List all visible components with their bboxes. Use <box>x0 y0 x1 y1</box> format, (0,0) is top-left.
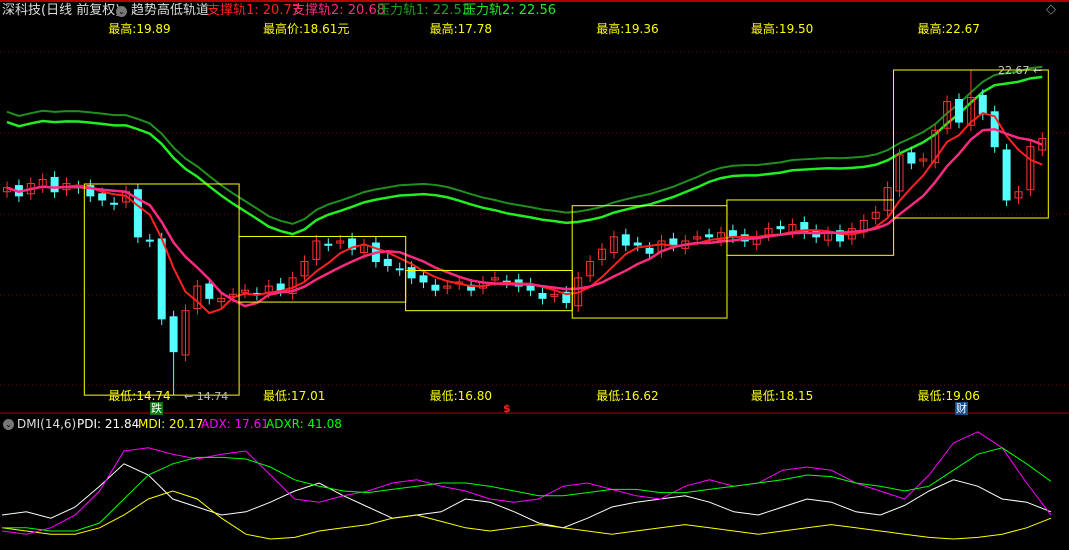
candle-body <box>407 267 416 279</box>
candle-body <box>145 239 154 242</box>
box-high-label: 最高:19.36 <box>596 22 659 36</box>
box-low-label: 最低:19.06 <box>917 389 980 403</box>
candle-body <box>98 193 107 201</box>
diamond-icon[interactable]: ◇ <box>1046 3 1056 17</box>
box-low-label: 最低:16.80 <box>429 389 492 403</box>
box-low-label: 最低:17.01 <box>263 389 326 403</box>
adx-line <box>1 431 1052 535</box>
range-box <box>571 205 728 319</box>
range-box <box>238 235 407 303</box>
dollar-marker[interactable]: $ <box>502 402 512 415</box>
box-low-label: 最低:18.15 <box>750 389 814 403</box>
mdi-line <box>1 490 1052 540</box>
candle-body <box>538 292 547 299</box>
candle-body <box>383 258 392 267</box>
pdi-value: PDI: 21.84 <box>77 417 140 431</box>
box-high-label: 最高:19.50 <box>750 22 814 36</box>
finance-marker[interactable]: 财 <box>955 402 968 415</box>
candle-body <box>419 275 428 283</box>
adxr-value: ADXR: 41.08 <box>266 417 342 431</box>
pressure2-value: 压力轨2: 22.56 <box>463 3 556 18</box>
box-low-label: 最低:16.62 <box>596 389 659 403</box>
dmi-title: DMI(14,6) <box>17 417 77 431</box>
candle-body <box>50 176 59 193</box>
support2-value: 支撑轨2: 20.68 <box>292 3 385 18</box>
price-chart <box>0 0 1069 540</box>
adxr-line <box>2 447 1052 532</box>
candle-body <box>633 242 642 246</box>
candle-body <box>955 99 963 123</box>
range-box <box>405 269 573 312</box>
candle-body <box>978 94 987 115</box>
high-pointer: 22.67 ← <box>998 64 1043 77</box>
candle-body <box>169 316 178 353</box>
candle-body <box>907 152 916 164</box>
candle-body <box>431 284 440 291</box>
candle-body <box>776 226 785 230</box>
candle-body <box>157 238 166 320</box>
stock-title: 深科技(日线 前复权) <box>2 3 121 18</box>
box-low-label: 最低:14.74 <box>108 389 171 403</box>
mdi-value: MDI: 20.17 <box>138 417 204 431</box>
box-high-label: 最高价:18.61元 <box>263 22 350 36</box>
candle-body <box>645 247 654 254</box>
box-high-label: 最高:17.78 <box>429 22 492 36</box>
indicator-name[interactable]: 趋势高低轨道 <box>131 4 209 18</box>
candle-body <box>621 234 630 246</box>
pressure1-value: 压力轨1: 22.53 <box>377 3 470 18</box>
candle-body <box>205 283 214 299</box>
low-pointer: ← 14.74 <box>184 390 229 403</box>
dmi-dropdown-icon[interactable]: ⌄ <box>3 419 14 430</box>
support1-value: 支撑轨1: 20.77 <box>207 3 300 18</box>
dropdown-icon[interactable]: ⌄ <box>116 6 127 17</box>
range-box <box>726 199 895 256</box>
box-high-label: 最高:19.89 <box>108 22 171 36</box>
candle-body <box>110 202 119 205</box>
candle-body <box>1002 149 1011 201</box>
fall-marker[interactable]: 跌 <box>150 402 163 415</box>
candle-body <box>395 268 404 271</box>
box-high-label: 最高:22.67 <box>917 22 980 36</box>
candle-body <box>669 238 678 246</box>
candle-body <box>324 243 333 246</box>
adx-value: ADX: 17.61 <box>201 417 269 431</box>
candle-body <box>276 283 285 291</box>
candle-body <box>705 234 714 238</box>
